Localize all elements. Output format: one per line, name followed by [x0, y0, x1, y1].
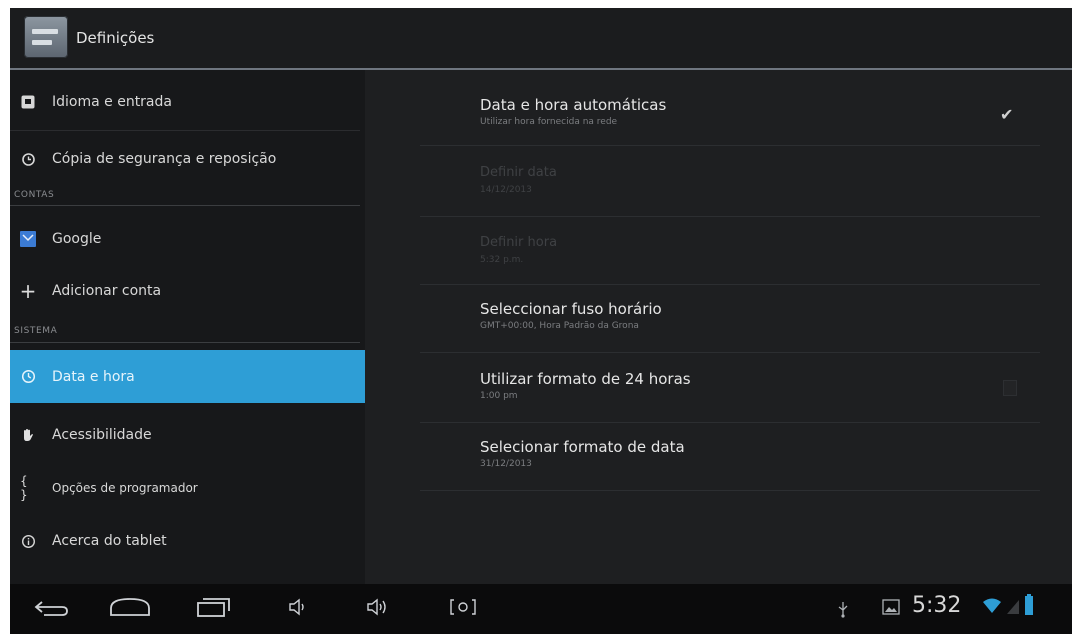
divider: [10, 342, 360, 343]
setting-subtitle: Utilizar hora fornecida na rede: [480, 117, 618, 127]
braces-icon: { }: [20, 474, 28, 502]
checkbox-24-hour[interactable]: [1003, 380, 1017, 396]
sidebar-item-label: Acerca do tablet: [52, 533, 167, 549]
setting-subtitle: 14/12/2013: [480, 185, 532, 195]
divider: [420, 216, 1040, 217]
setting-title: Selecionar formato de data: [480, 438, 685, 456]
sidebar-item-label: Google: [52, 231, 102, 247]
setting-time-zone[interactable]: Seleccionar fuso horário GMT+00:00, Hora…: [480, 300, 662, 331]
sidebar-item-label: Acessibilidade: [52, 427, 152, 443]
keyboard-icon: [20, 94, 36, 110]
tablet-screen: Definições Idioma e entrada Cópia de seg…: [10, 8, 1072, 634]
setting-set-time: Definir hora 5:32 p.m.: [480, 234, 557, 265]
sidebar-item-add-account[interactable]: + Adicionar conta: [10, 270, 365, 312]
backup-icon: [20, 151, 36, 167]
setting-auto-date-time[interactable]: Data e hora automáticas Utilizar hora fo…: [480, 96, 666, 127]
app-title: Definições: [76, 29, 155, 47]
setting-title: Definir data: [480, 165, 557, 180]
setting-subtitle: GMT+00:00, Hora Padrão da Grona: [480, 321, 639, 331]
add-icon: +: [19, 279, 37, 303]
divider: [10, 130, 360, 131]
section-header-contas: CONTAS: [14, 190, 55, 200]
gallery-notification-icon: [882, 599, 900, 619]
sidebar-item-backup[interactable]: Cópia de segurança e reposição: [10, 136, 365, 182]
volume-up-icon[interactable]: [366, 597, 392, 621]
status-clock: 5:32: [912, 593, 962, 618]
setting-title: Utilizar formato de 24 horas: [480, 370, 691, 388]
sidebar-item-label: Adicionar conta: [52, 283, 162, 299]
setting-title: Seleccionar fuso horário: [480, 300, 662, 318]
system-navigation-bar: 5:32: [10, 584, 1072, 634]
action-bar: Definições: [10, 8, 1072, 70]
divider: [420, 284, 1040, 285]
recent-apps-icon[interactable]: [196, 596, 232, 622]
divider: [10, 205, 360, 206]
wifi-icon: [982, 598, 1002, 618]
back-icon[interactable]: [34, 598, 70, 622]
setting-date-format[interactable]: Selecionar formato de data 31/12/2013: [480, 438, 685, 469]
hand-icon: [20, 427, 36, 443]
info-icon: [20, 533, 36, 549]
sidebar-item-idioma[interactable]: Idioma e entrada: [10, 80, 365, 124]
google-icon: [20, 231, 36, 247]
screenshot-icon[interactable]: [448, 598, 478, 620]
signal-icon: [1006, 598, 1020, 620]
sidebar-item-about[interactable]: Acerca do tablet: [10, 518, 365, 564]
sidebar-item-label: Data e hora: [52, 368, 135, 385]
setting-set-date: Definir data 14/12/2013: [480, 164, 557, 195]
setting-subtitle: 1:00 pm: [480, 391, 518, 401]
battery-icon: [1024, 594, 1034, 620]
divider: [420, 422, 1040, 423]
sidebar-item-label: Cópia de segurança e reposição: [52, 151, 277, 167]
home-icon[interactable]: [108, 597, 152, 621]
divider: [420, 490, 1040, 491]
clock-icon: [20, 369, 36, 385]
settings-sidebar: Idioma e entrada Cópia de segurança e re…: [10, 70, 365, 584]
sidebar-item-date-time[interactable]: Data e hora: [10, 350, 365, 403]
usb-icon: [836, 600, 850, 622]
setting-title: Definir hora: [480, 235, 558, 250]
sidebar-item-developer[interactable]: { } Opções de programador: [10, 465, 365, 511]
divider: [420, 352, 1040, 353]
setting-24-hour-format[interactable]: Utilizar formato de 24 horas 1:00 pm: [480, 370, 691, 401]
sidebar-item-google[interactable]: Google: [10, 218, 365, 260]
sidebar-item-label: Idioma e entrada: [52, 94, 172, 110]
setting-title: Data e hora automáticas: [480, 96, 667, 114]
section-header-sistema: SISTEMA: [14, 326, 58, 336]
setting-subtitle: 31/12/2013: [480, 459, 532, 469]
setting-subtitle: 5:32 p.m.: [480, 255, 524, 265]
settings-app-icon[interactable]: [24, 16, 68, 58]
sidebar-item-accessibility[interactable]: Acessibilidade: [10, 412, 365, 458]
checkmark-icon[interactable]: ✔: [1000, 105, 1013, 124]
divider: [420, 145, 1040, 146]
sidebar-item-label: Opções de programador: [52, 481, 198, 495]
settings-detail-pane: Data e hora automáticas Utilizar hora fo…: [365, 70, 1072, 584]
volume-down-icon[interactable]: [288, 598, 310, 620]
